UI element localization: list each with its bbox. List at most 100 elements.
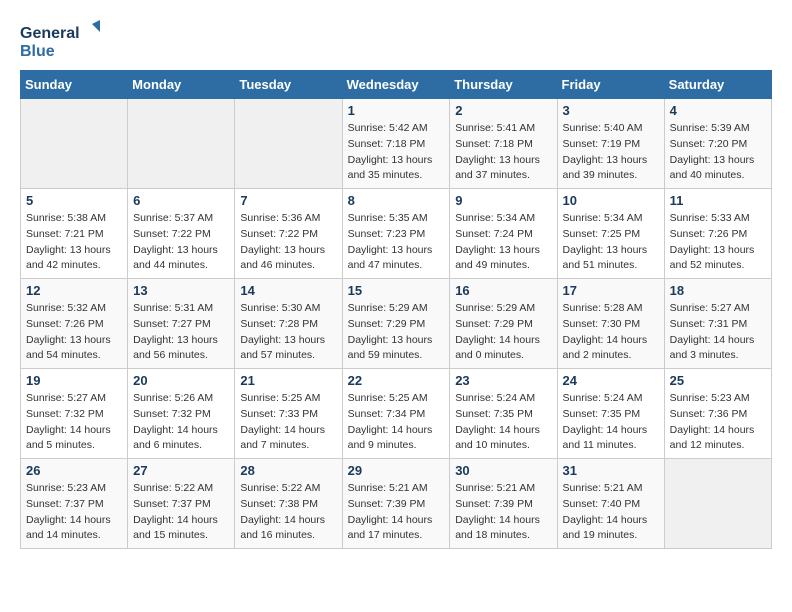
daylight-text: Daylight: 14 hours and 16 minutes. — [240, 513, 336, 545]
day-number: 3 — [563, 103, 659, 118]
day-info: Sunrise: 5:22 AMSunset: 7:38 PMDaylight:… — [240, 481, 336, 544]
sunset-text: Sunset: 7:40 PM — [563, 497, 659, 513]
calendar-cell: 6Sunrise: 5:37 AMSunset: 7:22 PMDaylight… — [128, 189, 235, 279]
calendar-cell: 27Sunrise: 5:22 AMSunset: 7:37 PMDayligh… — [128, 459, 235, 549]
day-info: Sunrise: 5:35 AMSunset: 7:23 PMDaylight:… — [348, 211, 445, 274]
sunrise-text: Sunrise: 5:26 AM — [133, 391, 229, 407]
day-info: Sunrise: 5:42 AMSunset: 7:18 PMDaylight:… — [348, 121, 445, 184]
daylight-text: Daylight: 14 hours and 15 minutes. — [133, 513, 229, 545]
day-info: Sunrise: 5:29 AMSunset: 7:29 PMDaylight:… — [455, 301, 551, 364]
day-number: 19 — [26, 373, 122, 388]
sunrise-text: Sunrise: 5:38 AM — [26, 211, 122, 227]
sunset-text: Sunset: 7:22 PM — [240, 227, 336, 243]
sunrise-text: Sunrise: 5:21 AM — [563, 481, 659, 497]
sunrise-text: Sunrise: 5:23 AM — [26, 481, 122, 497]
weekday-header-row: SundayMondayTuesdayWednesdayThursdayFrid… — [21, 71, 772, 99]
daylight-text: Daylight: 13 hours and 46 minutes. — [240, 243, 336, 275]
calendar-week-1: 1Sunrise: 5:42 AMSunset: 7:18 PMDaylight… — [21, 99, 772, 189]
sunrise-text: Sunrise: 5:24 AM — [455, 391, 551, 407]
day-number: 31 — [563, 463, 659, 478]
calendar-cell — [21, 99, 128, 189]
daylight-text: Daylight: 13 hours and 40 minutes. — [670, 153, 766, 185]
weekday-header-wednesday: Wednesday — [342, 71, 450, 99]
daylight-text: Daylight: 14 hours and 2 minutes. — [563, 333, 659, 365]
daylight-text: Daylight: 13 hours and 49 minutes. — [455, 243, 551, 275]
daylight-text: Daylight: 13 hours and 56 minutes. — [133, 333, 229, 365]
calendar-cell: 7 Sunrise: 5:36 AMSunset: 7:22 PMDaylight… — [235, 189, 342, 279]
logo-icon: General Blue — [20, 20, 100, 60]
sunset-text: Sunset: 7:35 PM — [563, 407, 659, 423]
daylight-text: Daylight: 14 hours and 10 minutes. — [455, 423, 551, 455]
sunrise-text: Sunrise: 5:34 AM — [455, 211, 551, 227]
day-info: Sunrise: 5:25 AMSunset: 7:34 PMDaylight:… — [348, 391, 445, 454]
daylight-text: Daylight: 13 hours and 54 minutes. — [26, 333, 122, 365]
day-number: 22 — [348, 373, 445, 388]
day-number: 30 — [455, 463, 551, 478]
day-info: Sunrise: 5:32 AMSunset: 7:26 PMDaylight:… — [26, 301, 122, 364]
sunset-text: Sunset: 7:30 PM — [563, 317, 659, 333]
day-number: 14 — [240, 283, 336, 298]
sunrise-text: Sunrise: 5:32 AM — [26, 301, 122, 317]
calendar-week-5: 26Sunrise: 5:23 AMSunset: 7:37 PMDayligh… — [21, 459, 772, 549]
daylight-text: Daylight: 14 hours and 19 minutes. — [563, 513, 659, 545]
sunrise-text: Sunrise: 5:21 AM — [455, 481, 551, 497]
day-info: Sunrise: 5:24 AMSunset: 7:35 PMDaylight:… — [563, 391, 659, 454]
daylight-text: Daylight: 13 hours and 59 minutes. — [348, 333, 445, 365]
day-number: 5 — [26, 193, 122, 208]
sunrise-text: Sunrise: 5:22 AM — [240, 481, 336, 497]
calendar-cell: 9Sunrise: 5:34 AMSunset: 7:24 PMDaylight… — [450, 189, 557, 279]
sunset-text: Sunset: 7:39 PM — [455, 497, 551, 513]
day-info: Sunrise: 5:24 AMSunset: 7:35 PMDaylight:… — [455, 391, 551, 454]
sunrise-text: Sunrise: 5:35 AM — [348, 211, 445, 227]
day-number: 7 — [240, 193, 336, 208]
sunset-text: Sunset: 7:37 PM — [133, 497, 229, 513]
sunrise-text: Sunrise: 5:29 AM — [455, 301, 551, 317]
daylight-text: Daylight: 13 hours and 44 minutes. — [133, 243, 229, 275]
calendar-cell: 14Sunrise: 5:30 AMSunset: 7:28 PMDayligh… — [235, 279, 342, 369]
calendar-table: SundayMondayTuesdayWednesdayThursdayFrid… — [20, 70, 772, 549]
day-info: Sunrise: 5:25 AMSunset: 7:33 PMDaylight:… — [240, 391, 336, 454]
calendar-cell: 26Sunrise: 5:23 AMSunset: 7:37 PMDayligh… — [21, 459, 128, 549]
sunrise-text: Sunrise: 5:36 AM — [240, 211, 336, 227]
day-number: 27 — [133, 463, 229, 478]
day-number: 2 — [455, 103, 551, 118]
sunset-text: Sunset: 7:18 PM — [455, 137, 551, 153]
sunset-text: Sunset: 7:31 PM — [670, 317, 766, 333]
day-info: Sunrise: 5:36 AMSunset: 7:22 PMDaylight:… — [240, 211, 336, 274]
daylight-text: Daylight: 14 hours and 12 minutes. — [670, 423, 766, 455]
daylight-text: Daylight: 14 hours and 14 minutes. — [26, 513, 122, 545]
sunset-text: Sunset: 7:34 PM — [348, 407, 445, 423]
calendar-cell: 28 Sunrise: 5:22 AMSunset: 7:38 PMDayligh… — [235, 459, 342, 549]
daylight-text: Daylight: 14 hours and 17 minutes. — [348, 513, 445, 545]
sunset-text: Sunset: 7:26 PM — [670, 227, 766, 243]
day-info: Sunrise: 5:34 AMSunset: 7:25 PMDaylight:… — [563, 211, 659, 274]
day-number: 17 — [563, 283, 659, 298]
sunset-text: Sunset: 7:19 PM — [563, 137, 659, 153]
day-number: 16 — [455, 283, 551, 298]
svg-text:General: General — [20, 25, 80, 42]
calendar-cell: 12Sunrise: 5:32 AMSunset: 7:26 PMDayligh… — [21, 279, 128, 369]
day-info: Sunrise: 5:33 AMSunset: 7:26 PMDaylight:… — [670, 211, 766, 274]
day-number: 20 — [133, 373, 229, 388]
calendar-cell: 2Sunrise: 5:41 AMSunset: 7:18 PMDaylight… — [450, 99, 557, 189]
calendar-cell: 23Sunrise: 5:24 AMSunset: 7:35 PMDayligh… — [450, 369, 557, 459]
sunrise-text: Sunrise: 5:30 AM — [240, 301, 336, 317]
day-info: Sunrise: 5:34 AMSunset: 7:24 PMDaylight:… — [455, 211, 551, 274]
calendar-week-2: 5Sunrise: 5:38 AMSunset: 7:21 PMDaylight… — [21, 189, 772, 279]
calendar-cell: 4Sunrise: 5:39 AMSunset: 7:20 PMDaylight… — [664, 99, 771, 189]
day-number: 24 — [563, 373, 659, 388]
sunrise-text: Sunrise: 5:34 AM — [563, 211, 659, 227]
sunrise-text: Sunrise: 5:37 AM — [133, 211, 229, 227]
sunset-text: Sunset: 7:23 PM — [348, 227, 445, 243]
day-number: 28 — [240, 463, 336, 478]
daylight-text: Daylight: 14 hours and 9 minutes. — [348, 423, 445, 455]
day-number: 18 — [670, 283, 766, 298]
weekday-header-friday: Friday — [557, 71, 664, 99]
day-number: 8 — [348, 193, 445, 208]
day-number: 26 — [26, 463, 122, 478]
daylight-text: Daylight: 13 hours and 51 minutes. — [563, 243, 659, 275]
day-number: 25 — [670, 373, 766, 388]
daylight-text: Daylight: 13 hours and 47 minutes. — [348, 243, 445, 275]
sunrise-text: Sunrise: 5:27 AM — [670, 301, 766, 317]
day-info: Sunrise: 5:27 AMSunset: 7:32 PMDaylight:… — [26, 391, 122, 454]
